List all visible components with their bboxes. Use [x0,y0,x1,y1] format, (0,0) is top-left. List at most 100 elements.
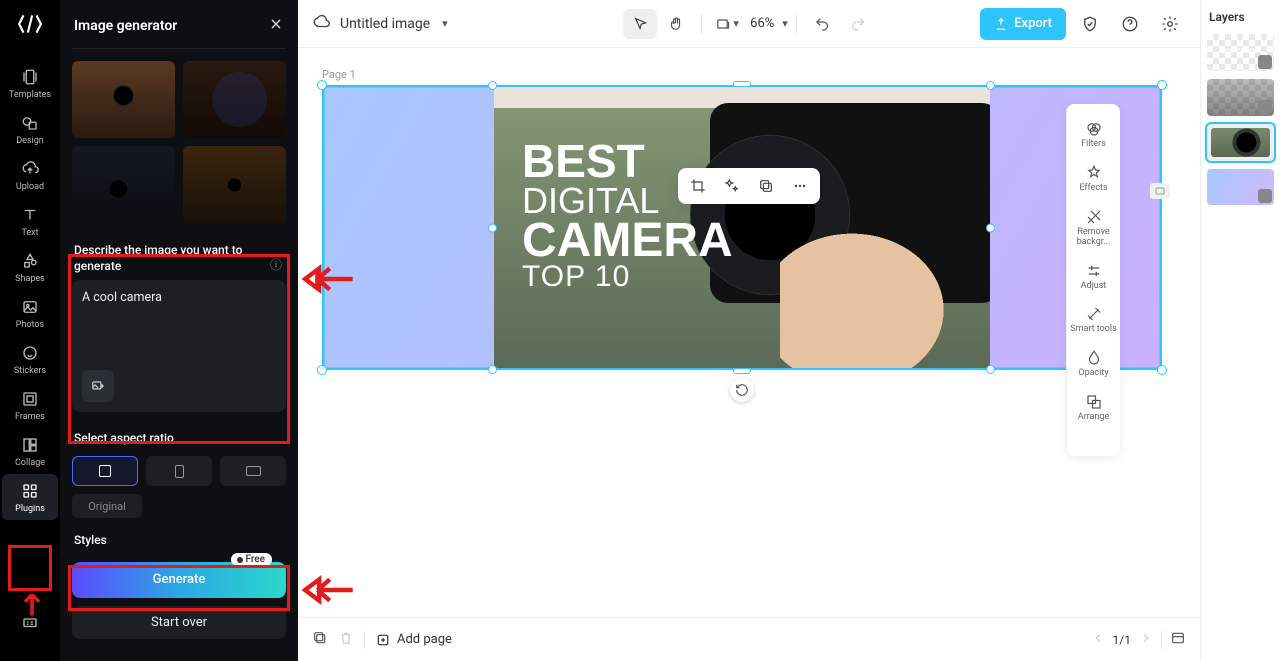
rail-text-label: Text [21,228,38,238]
inspector-adjust[interactable]: Adjust [1067,258,1120,296]
generate-label: Generate [153,572,206,587]
rail-photos-label: Photos [16,320,44,330]
layers-title: Layers [1207,10,1274,34]
rail-design-label: Design [16,136,44,146]
inner-handle-mr[interactable] [986,223,995,232]
describe-info-icon[interactable]: ⓘ [270,256,282,273]
rail-plugins-label: Plugins [15,504,45,514]
rail-collage-label: Collage [15,458,45,468]
layer-image[interactable] [1207,124,1274,161]
rail-plugins[interactable]: Plugins [2,474,58,520]
rail-design[interactable]: Design [2,106,58,152]
inspector-smart[interactable]: Smart tools [1067,301,1120,339]
sel-handle-top[interactable] [733,81,751,87]
crop-button[interactable] [682,172,714,200]
page-indicator: 1/1 [1113,633,1131,647]
sel-handle-bl[interactable] [317,365,327,375]
canvas-page[interactable]: BEST DIGITAL CAMERA TOP 10 [322,85,1162,370]
canvas-viewport[interactable]: Page 1 BEST DIGITAL CAMERA TOP 10 [298,48,1200,617]
rail-upload-label: Upload [16,182,44,192]
ai-button[interactable] [716,172,748,200]
reference-image-button[interactable] [82,370,114,402]
inspector-effects[interactable]: Effects [1067,160,1120,198]
prev-page-button[interactable] [1091,630,1105,649]
layer-text[interactable] [1207,34,1274,71]
prompt-input[interactable]: A cool camera [82,290,276,362]
layers-panel: Layers [1200,0,1280,661]
rail-shapes-label: Shapes [15,274,45,284]
add-page-label: Add page [397,632,452,647]
help-icon[interactable] [1114,8,1146,40]
inspector-opacity[interactable]: Opacity [1067,345,1120,383]
rail-upload[interactable]: Upload [2,152,58,198]
sel-handle-br[interactable] [1157,365,1167,375]
title-dropdown-icon[interactable]: ▾ [442,17,448,30]
aspect-portrait[interactable] [146,456,212,486]
page-label: Page 1 [322,68,1176,81]
copy-button[interactable] [750,172,782,200]
rail-templates-label: Templates [9,90,51,100]
rail-templates[interactable]: Templates [2,60,58,106]
resize-tool[interactable]: ▾ [710,9,744,39]
export-label: Export [1014,16,1052,31]
rail-frames[interactable]: Frames [2,382,58,428]
aspect-original[interactable]: Original [72,494,142,518]
inner-handle-tr[interactable] [986,81,995,90]
styles-label: Styles [60,518,298,554]
add-page-button[interactable]: Add page [375,632,452,648]
top-bar: Untitled image ▾ ▾ 66% ▾ Export [298,0,1200,48]
inner-handle-tl[interactable] [488,81,497,90]
generate-button[interactable]: Generate Free [72,562,286,597]
more-button[interactable] [784,172,816,200]
panel-title: Image generator [74,18,268,34]
undo-button[interactable] [805,9,839,39]
annotation-plugins-box [8,545,52,591]
page-thumbnail-icon[interactable] [1150,183,1170,199]
panel-close-button[interactable] [268,16,284,36]
rail-frames-label: Frames [15,412,45,422]
shield-icon[interactable] [1074,8,1106,40]
sel-handle-bottom[interactable] [733,368,751,374]
redo-button[interactable] [841,9,875,39]
thumb-2[interactable] [183,61,286,138]
bottom-bar: Add page 1/1 [298,617,1200,661]
document-title[interactable]: Untitled image [340,16,430,32]
start-over-button[interactable]: Start over [72,606,286,639]
next-page-button[interactable] [1139,630,1153,649]
inspector-arrange[interactable]: Arrange [1067,389,1120,427]
sel-handle-tr[interactable] [1157,80,1167,90]
selection-outline [322,85,1162,370]
aspect-landscape[interactable] [220,456,286,486]
inner-handle-ml[interactable] [488,223,497,232]
inspector-filters[interactable]: Filters [1067,116,1120,154]
thumb-3[interactable] [72,146,175,223]
settings-icon[interactable] [1154,8,1186,40]
inner-handle-br[interactable] [986,365,995,374]
rail-shapes[interactable]: Shapes [2,244,58,290]
hand-tool[interactable] [659,9,693,39]
thumb-4[interactable] [183,146,286,223]
zoom-dropdown-icon[interactable]: ▾ [782,17,788,30]
inspector-removebg[interactable]: Remove backgr... [1067,204,1120,252]
select-tool[interactable] [623,9,657,39]
thumb-1[interactable] [72,61,175,138]
rail-collage[interactable]: Collage [2,428,58,474]
rail-stickers[interactable]: Stickers [2,336,58,382]
inner-handle-bl[interactable] [488,365,497,374]
rotate-handle[interactable] [730,378,754,402]
sel-handle-tl[interactable] [317,80,327,90]
cloud-save-icon[interactable] [312,13,330,35]
layer-background[interactable] [1207,169,1274,206]
main-area: Untitled image ▾ ▾ 66% ▾ Export [298,0,1200,661]
rail-more[interactable] [2,605,58,637]
export-button[interactable]: Export [980,8,1066,40]
rail-photos[interactable]: Photos [2,290,58,336]
layer-overlay[interactable] [1207,79,1274,116]
rail-text[interactable]: Text [2,198,58,244]
aspect-square[interactable] [72,456,138,486]
zoom-level[interactable]: 66% [750,16,774,31]
duplicate-page-icon[interactable] [312,630,328,650]
selection-toolbar [678,168,820,204]
pages-grid-icon[interactable] [1170,630,1186,650]
app-logo[interactable] [14,8,46,40]
